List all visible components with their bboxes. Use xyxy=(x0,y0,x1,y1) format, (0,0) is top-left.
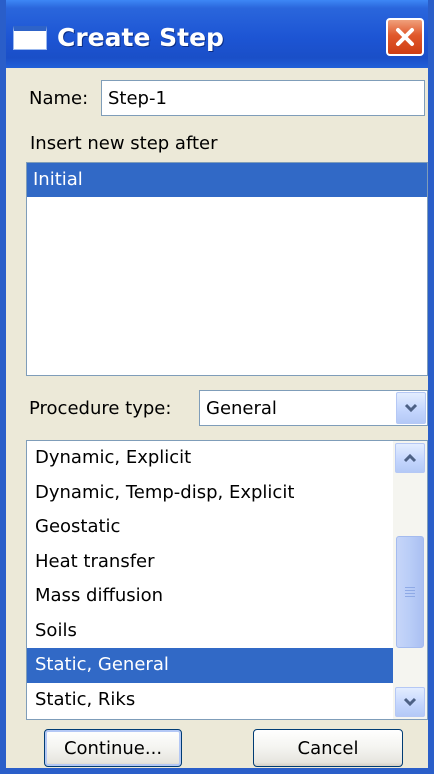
window-icon xyxy=(13,26,47,50)
procedure-item-static-general[interactable]: Static, General xyxy=(27,648,393,683)
cancel-button[interactable]: Cancel xyxy=(253,729,403,767)
procedure-type-value: General xyxy=(206,398,277,419)
procedure-item-static-riks[interactable]: Static, Riks xyxy=(27,683,393,718)
scroll-up-button[interactable] xyxy=(395,443,425,473)
create-step-dialog: Create Step Name: Insert new step after … xyxy=(0,0,434,774)
procedure-item-dynamic-explicit[interactable]: Dynamic, Explicit xyxy=(27,441,393,476)
step-item-initial[interactable]: Initial xyxy=(27,163,427,197)
name-label: Name: xyxy=(29,88,89,109)
chevron-down-icon xyxy=(403,697,417,707)
dialog-title: Create Step xyxy=(57,23,224,52)
procedure-list[interactable]: Dynamic, Explicit Dynamic, Temp-disp, Ex… xyxy=(26,440,428,720)
continue-button[interactable]: Continue... xyxy=(44,729,182,767)
chevron-up-icon xyxy=(403,453,417,463)
procedure-item-heat-transfer[interactable]: Heat transfer xyxy=(27,545,393,580)
dropdown-button[interactable] xyxy=(396,392,426,424)
procedure-type-dropdown[interactable]: General xyxy=(199,390,428,426)
procedure-item-geostatic[interactable]: Geostatic xyxy=(27,510,393,545)
close-icon xyxy=(396,28,414,46)
chevron-down-icon xyxy=(404,403,418,413)
vertical-scrollbar[interactable] xyxy=(393,441,427,719)
insert-after-label: Insert new step after xyxy=(30,133,218,154)
procedure-type-label: Procedure type: xyxy=(29,398,172,419)
name-input[interactable] xyxy=(101,80,425,116)
scroll-down-button[interactable] xyxy=(395,687,425,717)
procedure-item-soils[interactable]: Soils xyxy=(27,614,393,649)
close-button[interactable] xyxy=(386,18,424,56)
step-list[interactable]: Initial xyxy=(26,162,428,376)
procedure-item-dynamic-temp-disp-explicit[interactable]: Dynamic, Temp-disp, Explicit xyxy=(27,476,393,511)
procedure-item-mass-diffusion[interactable]: Mass diffusion xyxy=(27,579,393,614)
scroll-thumb[interactable] xyxy=(396,536,424,648)
title-bar[interactable]: Create Step xyxy=(6,0,428,68)
